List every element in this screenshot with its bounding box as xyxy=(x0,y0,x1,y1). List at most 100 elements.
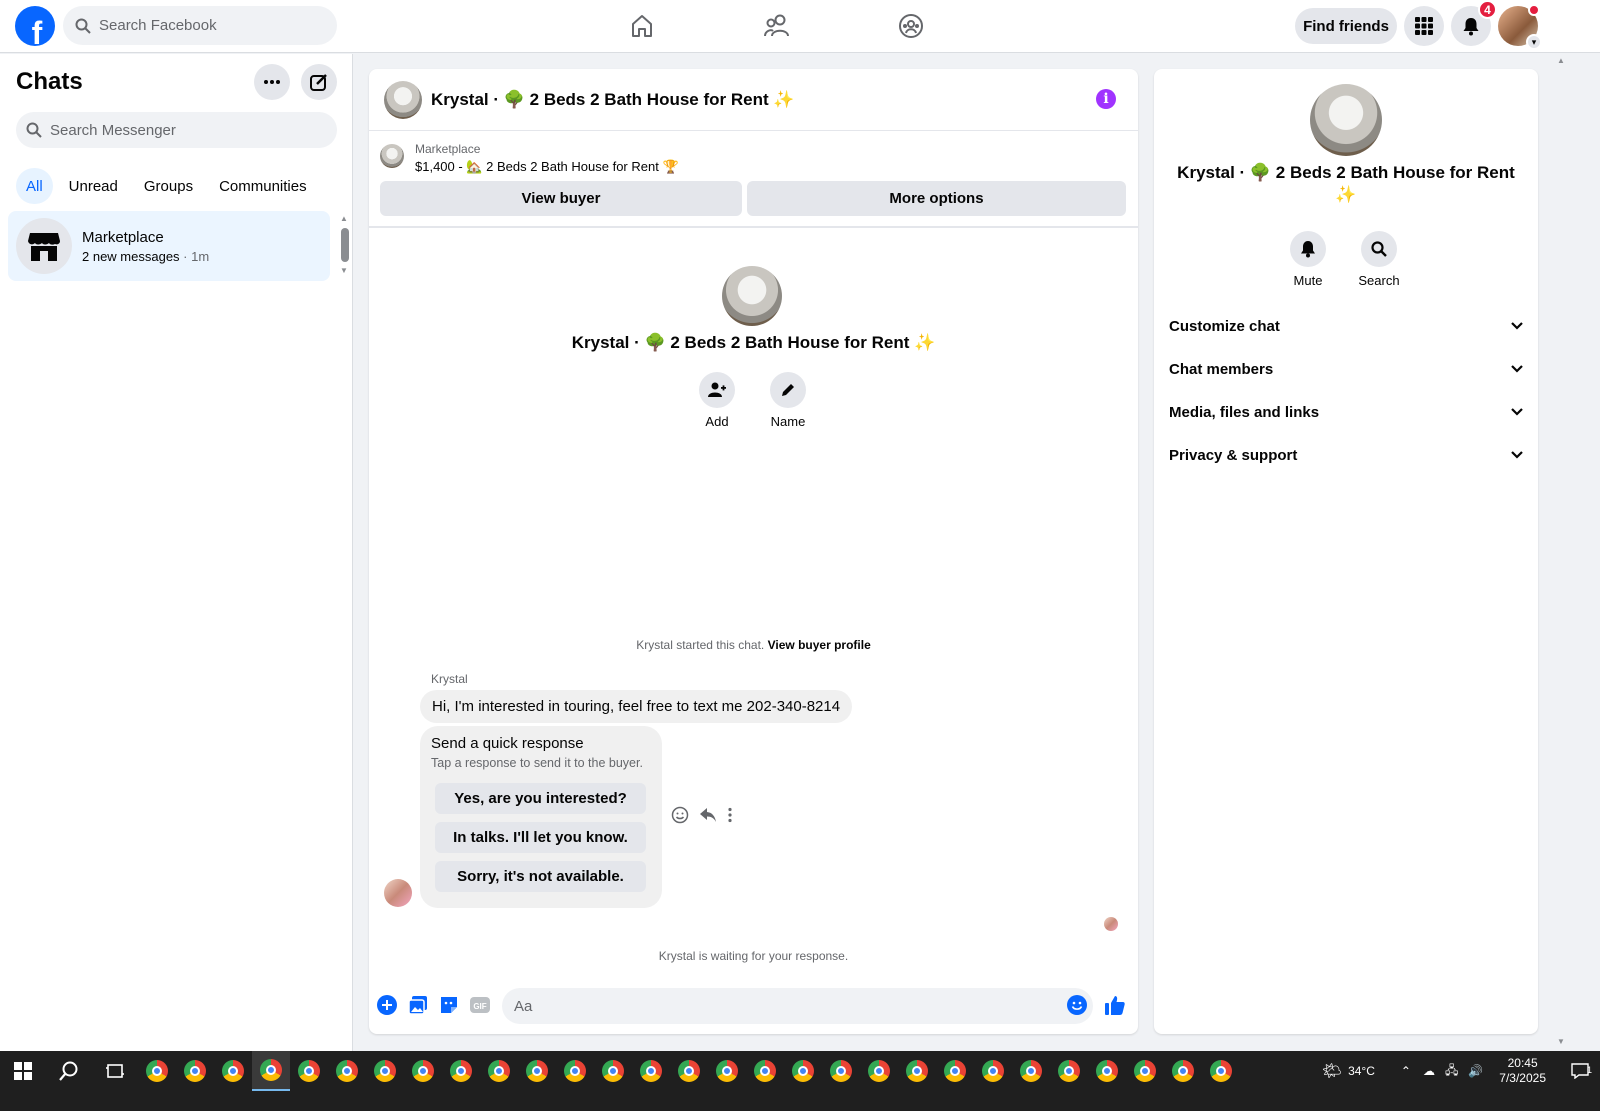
chrome-taskbar-icon[interactable] xyxy=(518,1051,556,1091)
groups-nav-icon[interactable] xyxy=(891,8,931,44)
chrome-taskbar-icon[interactable] xyxy=(404,1051,442,1091)
volume-icon[interactable]: 🔊 xyxy=(1468,1064,1483,1078)
chrome-taskbar-icon[interactable] xyxy=(1164,1051,1202,1091)
taskbar-apps xyxy=(138,1051,1240,1091)
chrome-taskbar-icon[interactable] xyxy=(214,1051,252,1091)
notifications-button[interactable]: 4 xyxy=(1451,0,1497,46)
facebook-logo-icon[interactable]: f xyxy=(15,6,55,46)
taskbar-search-icon[interactable] xyxy=(46,1051,92,1091)
chat-list-item-marketplace[interactable]: Marketplace 2 new messages · 1m xyxy=(8,211,330,281)
chrome-taskbar-icon[interactable] xyxy=(632,1051,670,1091)
chrome-taskbar-icon[interactable] xyxy=(442,1051,480,1091)
message-bubble[interactable]: Hi, I'm interested in touring, feel free… xyxy=(420,690,853,723)
chrome-taskbar-icon[interactable] xyxy=(366,1051,404,1091)
gif-icon[interactable]: GIF xyxy=(469,994,491,1016)
privacy-support-section[interactable]: Privacy & support xyxy=(1169,437,1523,473)
chevron-down-icon xyxy=(1511,322,1523,330)
bell-icon xyxy=(1290,231,1326,267)
listing-title[interactable]: $1,400 - 🏡 2 Beds 2 Bath House for Rent … xyxy=(415,159,679,175)
chrome-taskbar-icon[interactable] xyxy=(746,1051,784,1091)
chrome-taskbar-icon[interactable] xyxy=(1202,1051,1240,1091)
pencil-icon xyxy=(770,372,806,408)
chrome-taskbar-icon[interactable] xyxy=(252,1051,290,1091)
sticker-icon[interactable] xyxy=(438,994,460,1016)
search-in-chat-button[interactable]: Search xyxy=(1349,231,1409,288)
chrome-taskbar-icon[interactable] xyxy=(860,1051,898,1091)
quick-response-yes-button[interactable]: Yes, are you interested? xyxy=(435,783,646,814)
chrome-taskbar-icon[interactable] xyxy=(290,1051,328,1091)
sender-avatar[interactable] xyxy=(384,879,412,907)
more-options-icon[interactable] xyxy=(254,64,290,100)
weather-icon[interactable]: 🌤 xyxy=(1322,1061,1342,1081)
chevron-up-icon[interactable]: ⌃ xyxy=(1401,1064,1411,1078)
chrome-taskbar-icon[interactable] xyxy=(936,1051,974,1091)
chrome-taskbar-icon[interactable] xyxy=(480,1051,518,1091)
quick-response-title: Send a quick response xyxy=(431,735,584,752)
filter-all[interactable]: All xyxy=(16,168,53,204)
view-buyer-button[interactable]: View buyer xyxy=(380,181,742,216)
windows-start-icon[interactable] xyxy=(0,1051,46,1091)
name-chat-button[interactable]: Name xyxy=(758,372,818,429)
more-vertical-icon[interactable] xyxy=(727,807,733,823)
filter-communities[interactable]: Communities xyxy=(209,168,317,204)
chrome-taskbar-icon[interactable] xyxy=(556,1051,594,1091)
add-people-button[interactable]: Add xyxy=(687,372,747,429)
chrome-taskbar-icon[interactable] xyxy=(1050,1051,1088,1091)
friends-nav-icon[interactable] xyxy=(757,8,797,44)
weather-temperature[interactable]: 34°C xyxy=(1348,1064,1375,1078)
task-view-icon[interactable] xyxy=(92,1051,138,1091)
messenger-search-input[interactable]: Search Messenger xyxy=(16,112,337,148)
chrome-taskbar-icon[interactable] xyxy=(822,1051,860,1091)
taskbar-clock[interactable]: 20:45 7/3/2025 xyxy=(1499,1056,1546,1086)
chat-members-section[interactable]: Chat members xyxy=(1169,351,1523,387)
media-files-links-section[interactable]: Media, files and links xyxy=(1169,394,1523,430)
scroll-up-arrow-icon[interactable]: ▲ xyxy=(1557,56,1565,65)
chrome-taskbar-icon[interactable] xyxy=(1126,1051,1164,1091)
chrome-taskbar-icon[interactable] xyxy=(784,1051,822,1091)
react-emoji-icon[interactable] xyxy=(671,806,689,824)
chrome-taskbar-icon[interactable] xyxy=(594,1051,632,1091)
chrome-taskbar-icon[interactable] xyxy=(974,1051,1012,1091)
menu-grid-icon[interactable] xyxy=(1404,6,1444,46)
conversation-title[interactable]: Krystal · 🌳 2 Beds 2 Bath House for Rent… xyxy=(431,90,795,110)
new-message-icon[interactable] xyxy=(301,64,337,100)
find-friends-button[interactable]: Find friends xyxy=(1295,8,1397,44)
scroll-up-arrow-icon[interactable]: ▲ xyxy=(340,214,348,223)
chrome-taskbar-icon[interactable] xyxy=(176,1051,214,1091)
mute-button[interactable]: Mute xyxy=(1278,231,1338,288)
quick-response-not-available-button[interactable]: Sorry, it's not available. xyxy=(435,861,646,892)
view-buyer-profile-link[interactable]: View buyer profile xyxy=(768,638,871,652)
more-options-button[interactable]: More options xyxy=(747,181,1126,216)
network-icon[interactable]: 🖧 xyxy=(1445,1061,1458,1082)
filter-unread[interactable]: Unread xyxy=(59,168,128,204)
emoji-icon[interactable] xyxy=(1066,994,1088,1016)
home-nav-icon[interactable] xyxy=(622,8,662,44)
action-center-icon[interactable]: 1 xyxy=(1560,1063,1600,1079)
thumbs-up-icon[interactable] xyxy=(1104,994,1126,1016)
chrome-taskbar-icon[interactable] xyxy=(670,1051,708,1091)
chrome-taskbar-icon[interactable] xyxy=(328,1051,366,1091)
sidebar-scrollbar[interactable] xyxy=(341,228,349,262)
scroll-down-arrow-icon[interactable]: ▼ xyxy=(340,266,348,275)
customize-chat-section[interactable]: Customize chat xyxy=(1169,308,1523,344)
chrome-taskbar-icon[interactable] xyxy=(898,1051,936,1091)
plus-circle-icon[interactable] xyxy=(376,994,398,1016)
conversation-avatar[interactable] xyxy=(384,80,422,119)
scroll-down-arrow-icon[interactable]: ▼ xyxy=(1557,1037,1565,1046)
account-avatar[interactable]: ▾ xyxy=(1498,4,1542,50)
message-input[interactable]: Aa xyxy=(502,988,1093,1024)
facebook-search-input[interactable]: Search Facebook xyxy=(63,6,337,45)
info-icon[interactable]: i xyxy=(1096,89,1116,109)
chrome-taskbar-icon[interactable] xyxy=(708,1051,746,1091)
photo-icon[interactable] xyxy=(407,994,429,1016)
message-composer: GIF Aa xyxy=(369,984,1138,1029)
chrome-taskbar-icon[interactable] xyxy=(1012,1051,1050,1091)
chrome-taskbar-icon[interactable] xyxy=(1088,1051,1126,1091)
reply-icon[interactable] xyxy=(699,807,717,823)
clock-time: 20:45 xyxy=(1507,1056,1538,1070)
page-scrollbar[interactable]: ▲ ▼ xyxy=(1553,54,1568,1051)
onedrive-icon[interactable]: ☁ xyxy=(1423,1064,1435,1078)
filter-groups[interactable]: Groups xyxy=(134,168,203,204)
quick-response-in-talks-button[interactable]: In talks. I'll let you know. xyxy=(435,822,646,853)
chrome-taskbar-icon[interactable] xyxy=(138,1051,176,1091)
